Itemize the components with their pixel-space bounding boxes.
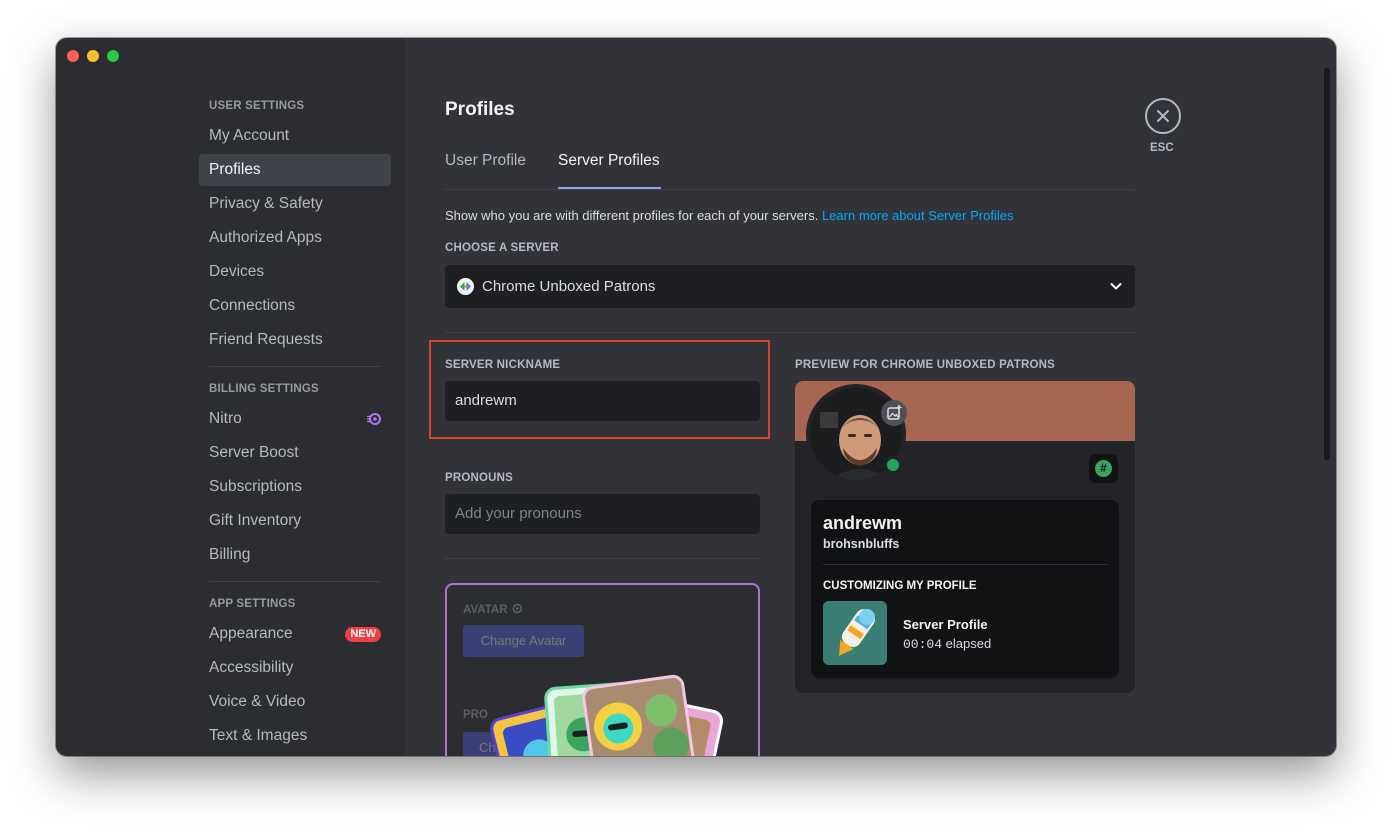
sidebar-item-privacy-safety[interactable]: Privacy & Safety bbox=[199, 188, 391, 220]
app-settings-header: APP SETTINGS bbox=[209, 598, 296, 610]
sidebar-divider bbox=[209, 366, 381, 367]
activity-title: Server Profile bbox=[903, 617, 988, 632]
tabs-divider bbox=[445, 189, 1135, 190]
elapsed-label: elapsed bbox=[945, 636, 992, 651]
content-scrollbar[interactable] bbox=[1324, 68, 1330, 460]
close-window-button[interactable] bbox=[67, 50, 79, 62]
sidebar-item-nitro[interactable]: Nitro bbox=[199, 403, 391, 435]
chevron-down-icon bbox=[1110, 283, 1122, 290]
learn-more-link[interactable]: Learn more about Server Profiles bbox=[822, 208, 1013, 223]
pronouns-input[interactable]: Add your pronouns bbox=[445, 494, 760, 534]
hash-icon: # bbox=[1095, 460, 1112, 477]
page-title: Profiles bbox=[445, 99, 515, 120]
selected-server-name: Chrome Unboxed Patrons bbox=[482, 278, 656, 295]
preview-label: PREVIEW FOR CHROME UNBOXED PATRONS bbox=[795, 359, 1056, 371]
server-icon bbox=[457, 278, 474, 295]
nitro-icon bbox=[367, 413, 381, 425]
avatar-frame bbox=[806, 384, 907, 484]
new-badge: NEW bbox=[345, 627, 381, 642]
sidebar-item-devices[interactable]: Devices bbox=[199, 256, 391, 288]
nitro-upsell-card: AVATAR Change Avatar PRO Ch bbox=[445, 583, 760, 756]
profile-username: brohsnbluffs bbox=[823, 537, 900, 551]
settings-content: Profiles User Profile Server Profiles Sh… bbox=[405, 38, 1336, 756]
nitro-icon bbox=[512, 603, 522, 614]
profile-divider bbox=[823, 564, 1107, 565]
sidebar-item-label: Nitro bbox=[209, 410, 242, 427]
settings-window: USER SETTINGS My Account Profiles Privac… bbox=[56, 38, 1336, 756]
nitro-cards-illustration bbox=[490, 674, 724, 756]
choose-server-label: CHOOSE A SERVER bbox=[445, 242, 559, 254]
maximize-window-button[interactable] bbox=[107, 50, 119, 62]
pronouns-label: PRONOUNS bbox=[445, 472, 514, 484]
server-nickname-label: SERVER NICKNAME bbox=[445, 359, 561, 371]
sidebar-item-my-account[interactable]: My Account bbox=[199, 120, 391, 152]
sidebar-item-appearance[interactable]: Appearance NEW bbox=[199, 618, 391, 650]
sidebar-item-server-boost[interactable]: Server Boost bbox=[199, 437, 391, 469]
tab-user-profile[interactable]: User Profile bbox=[445, 152, 526, 170]
activity-image bbox=[823, 601, 887, 665]
activity-elapsed: 00:04 elapsed bbox=[903, 636, 991, 652]
sidebar-item-profiles[interactable]: Profiles bbox=[199, 154, 391, 186]
close-icon bbox=[1157, 110, 1169, 122]
sidebar-item-billing[interactable]: Billing bbox=[199, 539, 391, 571]
change-avatar-button[interactable]: Change Avatar bbox=[463, 625, 584, 657]
close-settings-button[interactable] bbox=[1145, 98, 1181, 134]
profile-info-panel: andrewm brohsnbluffs CUSTOMIZING MY PROF… bbox=[811, 500, 1119, 678]
esc-label: ESC bbox=[1150, 142, 1174, 154]
billing-settings-header: BILLING SETTINGS bbox=[209, 383, 319, 395]
sidebar-item-authorized-apps[interactable]: Authorized Apps bbox=[199, 222, 391, 254]
server-tag-badge: # bbox=[1089, 454, 1118, 483]
server-nickname-input[interactable]: andrewm bbox=[445, 381, 760, 421]
sidebar-divider bbox=[209, 581, 381, 582]
sidebar-item-label: Appearance bbox=[209, 625, 293, 642]
sidebar-item-accessibility[interactable]: Accessibility bbox=[199, 652, 391, 684]
sidebar-item-gift-inventory[interactable]: Gift Inventory bbox=[199, 505, 391, 537]
tab-server-profiles[interactable]: Server Profiles bbox=[558, 152, 660, 170]
online-status-icon bbox=[884, 456, 902, 474]
section-divider bbox=[445, 332, 1135, 333]
profile-display-name: andrewm bbox=[823, 513, 903, 533]
user-settings-header: USER SETTINGS bbox=[209, 100, 305, 112]
elapsed-time: 00:04 bbox=[903, 637, 943, 652]
profile-preview-card: # andrewm brohsnbluffs CUSTOMIZING MY PR… bbox=[795, 381, 1135, 693]
description-text: Show who you are with different profiles… bbox=[445, 208, 819, 223]
sidebar-item-connections[interactable]: Connections bbox=[199, 290, 391, 322]
sidebar-item-friend-requests[interactable]: Friend Requests bbox=[199, 324, 391, 356]
avatar-label: AVATAR bbox=[463, 603, 522, 616]
sidebar-item-text-images[interactable]: Text & Images bbox=[199, 720, 391, 752]
sidebar-item-voice-video[interactable]: Voice & Video bbox=[199, 686, 391, 718]
server-profiles-description: Show who you are with different profiles… bbox=[445, 208, 1013, 223]
section-divider bbox=[445, 558, 760, 559]
add-image-icon[interactable] bbox=[881, 400, 907, 426]
server-select-dropdown[interactable]: Chrome Unboxed Patrons bbox=[445, 265, 1135, 308]
settings-sidebar: USER SETTINGS My Account Profiles Privac… bbox=[56, 38, 405, 756]
customizing-header: CUSTOMIZING MY PROFILE bbox=[823, 580, 977, 592]
minimize-window-button[interactable] bbox=[87, 50, 99, 62]
sidebar-item-subscriptions[interactable]: Subscriptions bbox=[199, 471, 391, 503]
